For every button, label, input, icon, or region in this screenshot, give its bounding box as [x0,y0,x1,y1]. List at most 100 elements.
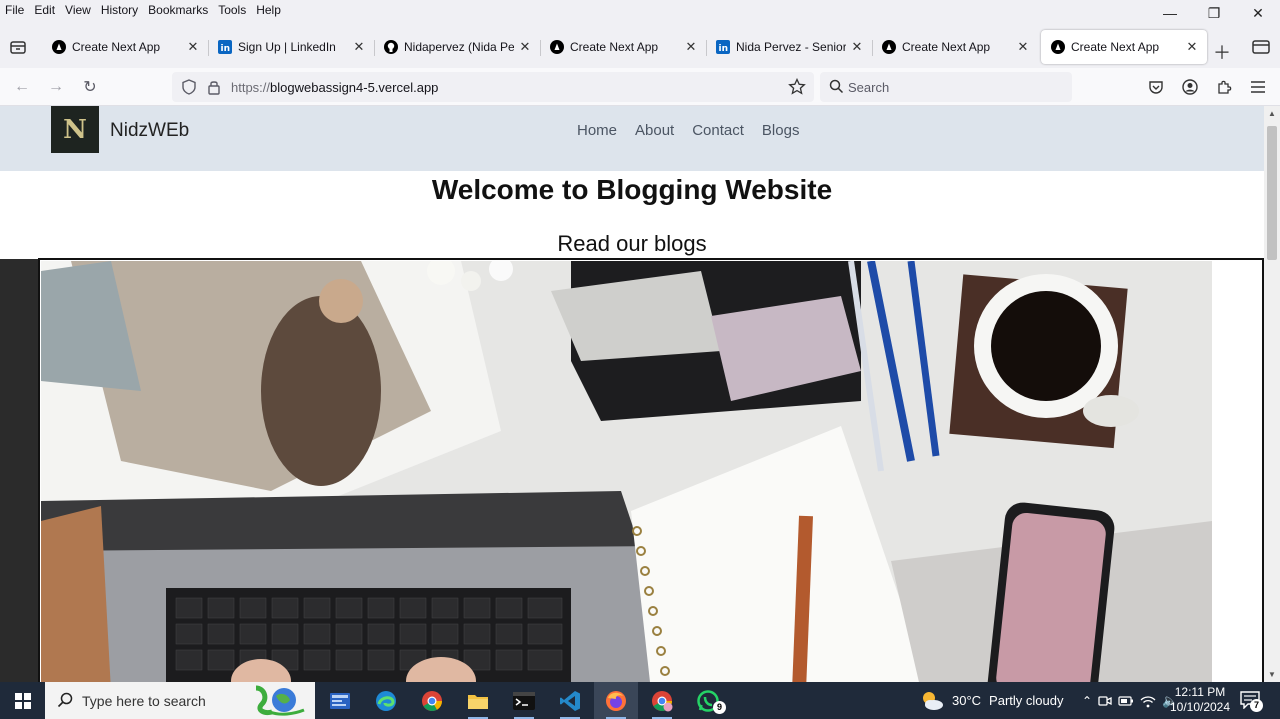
extensions-icon[interactable] [1214,77,1234,97]
nav-about-link[interactable]: About [635,122,674,139]
tab-linkedin-signup[interactable]: in Sign Up | LinkedIn ✕ [208,30,374,64]
menu-file[interactable]: File [0,3,29,17]
site-logo[interactable]: N [51,106,99,153]
firefox-icon [606,690,626,711]
weather-widget[interactable]: 30°C Partly cloudy [920,682,1063,719]
nav-contact-link[interactable]: Contact [692,122,744,139]
close-tab-icon[interactable]: ✕ [518,39,532,55]
forward-arrow-icon[interactable]: → [46,77,66,97]
tab-create-next-app-2[interactable]: Create Next App ✕ [540,30,706,64]
page-scrollbar[interactable]: ▲ ▼ [1264,106,1280,682]
site-name[interactable]: NidzWEb [110,120,189,142]
close-tab-icon[interactable]: ✕ [186,39,200,55]
search-icon [829,79,844,94]
edge-icon [376,690,396,711]
back-arrow-icon[interactable]: ← [12,77,32,97]
nextjs-icon [52,40,66,54]
taskbar-chrome-profile[interactable] [640,682,684,719]
url-host: blogwebassign4-5.vercel.app [270,80,439,95]
tab-create-next-app-3[interactable]: Create Next App ✕ [872,30,1038,64]
menu-bookmarks[interactable]: Bookmarks [143,3,213,17]
linkedin-icon: in [716,40,730,54]
navigation-toolbar: ← → ↻ https://blogwebassign4-5.vercel.ap… [0,68,1280,106]
chrome-profile-icon [652,690,673,711]
taskbar-chrome[interactable] [410,682,454,719]
wifi-icon[interactable] [1140,694,1156,708]
taskbar-terminal[interactable] [502,682,546,719]
nav-home-link[interactable]: Home [577,122,617,139]
account-icon[interactable] [1180,77,1200,97]
tab-title: Sign Up | LinkedIn [238,40,336,54]
search-placeholder: Search [848,80,890,95]
tab-github[interactable]: Nidapervez (Nida Perve ✕ [374,30,540,64]
tab-overview-icon[interactable] [1252,39,1270,55]
dark-side-panel [0,259,39,682]
tab-list-icon[interactable] [8,37,28,57]
page-subheading: Read our blogs [557,231,707,256]
search-bar[interactable]: Search [820,72,1072,102]
close-window-button[interactable]: ✕ [1236,0,1280,26]
notification-center-button[interactable]: 7 [1240,691,1263,714]
taskbar-vscode[interactable] [548,682,592,719]
menu-bookmarks-label: Bookmarks [148,3,209,17]
close-tab-icon[interactable]: ✕ [352,39,366,55]
hamburger-menu-icon[interactable] [1248,77,1268,97]
page-viewport: N NidzWEb Home About Contact Blogs Welco… [0,106,1280,682]
minimize-button[interactable]: — [1148,0,1192,26]
terminal-icon [513,691,535,710]
pocket-icon[interactable] [1146,77,1166,97]
notification-badge: 7 [1250,699,1263,712]
search-icon [57,692,73,708]
taskbar-whatsapp[interactable]: 9 [686,682,730,719]
close-tab-icon[interactable]: ✕ [684,39,698,55]
scroll-up-icon[interactable]: ▲ [1268,109,1276,118]
tab-title: Create Next App [902,40,991,54]
taskbar-file-explorer[interactable] [456,682,500,719]
reload-icon[interactable]: ↻ [80,77,100,97]
url-text[interactable]: https://blogwebassign4-5.vercel.app [231,80,438,95]
windows-logo-icon [14,692,31,709]
taskbar-search-placeholder: Type here to search [82,693,206,709]
menu-edit[interactable]: Edit [29,3,60,17]
close-tab-icon[interactable]: ✕ [1185,39,1199,55]
tab-create-next-app-1[interactable]: Create Next App ✕ [42,30,208,64]
maximize-button[interactable]: ❐ [1192,0,1236,26]
taskbar-edge[interactable] [364,682,408,719]
menu-help-label: Help [256,3,281,17]
meet-now-icon[interactable] [1098,694,1112,708]
search-highlight-icon[interactable] [250,684,308,717]
url-bar[interactable]: https://blogwebassign4-5.vercel.app [172,72,814,102]
battery-icon[interactable] [1118,695,1134,707]
nav-blogs-link[interactable]: Blogs [762,122,800,139]
menu-history-label: History [100,3,139,17]
site-header: N NidzWEb Home About Contact Blogs [0,106,1264,171]
new-tab-icon[interactable]: ＋ [1213,39,1231,65]
scroll-down-icon[interactable]: ▼ [1268,670,1276,679]
tab-create-next-app-active[interactable]: Create Next App ✕ [1041,30,1207,64]
taskbar-clock[interactable]: 12:11 PM 10/10/2024 [1168,685,1232,715]
whatsapp-badge: 9 [713,701,726,714]
taskbar-firefox[interactable] [594,682,638,719]
show-hidden-icons-chevron-icon[interactable]: ⌃ [1082,694,1092,708]
nextjs-icon [550,40,564,54]
weather-description: Partly cloudy [989,693,1064,708]
site-nav: Home About Contact Blogs [577,122,799,139]
shield-icon[interactable] [181,79,197,95]
tab-linkedin-profile[interactable]: in Nida Pervez - Senior St ✕ [706,30,872,64]
menu-help[interactable]: Help [251,3,286,17]
menu-history[interactable]: History [96,3,143,17]
close-tab-icon[interactable]: ✕ [1016,39,1030,55]
nextjs-icon [1051,40,1065,54]
taskbar-file-explorer-docs[interactable] [318,682,362,719]
scroll-thumb[interactable] [1267,126,1277,260]
lock-icon[interactable] [207,79,221,95]
chrome-icon [422,690,443,711]
start-button[interactable] [0,682,45,719]
clock-time: 12:11 PM [1174,685,1226,699]
bookmark-star-icon[interactable] [788,78,806,96]
menu-view[interactable]: View [60,3,96,17]
menu-tools[interactable]: Tools [213,3,251,17]
tab-bar: Create Next App ✕ in Sign Up | LinkedIn … [0,26,1280,68]
close-tab-icon[interactable]: ✕ [850,39,864,55]
menu-file-label: File [5,3,25,17]
